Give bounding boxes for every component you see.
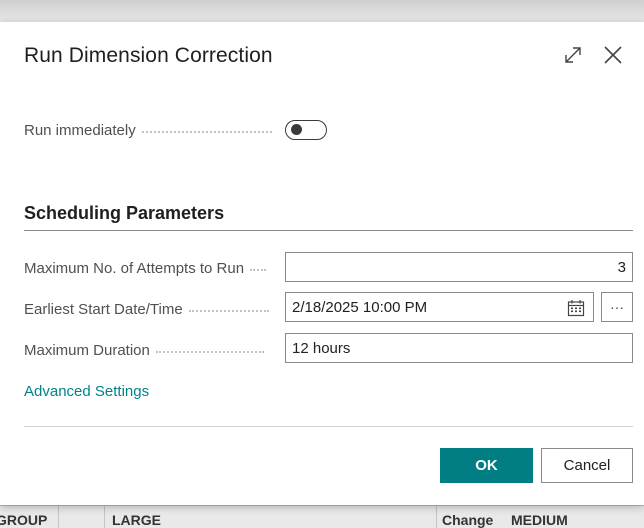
background-page-top [0, 0, 644, 22]
toggle-knob [291, 124, 302, 135]
column-divider [58, 506, 59, 528]
column-divider [436, 506, 437, 528]
earliest-start-label-text: Earliest Start Date/Time [24, 301, 183, 318]
section-divider [24, 230, 633, 231]
label-leader-dots [155, 349, 264, 353]
run-immediately-label: Run immediately [24, 122, 272, 139]
max-duration-input[interactable] [285, 333, 633, 363]
earliest-start-label: Earliest Start Date/Time [24, 301, 269, 318]
background-cell: GROUP [0, 512, 48, 528]
advanced-settings-link[interactable]: Advanced Settings [24, 383, 149, 400]
column-divider [104, 506, 105, 528]
run-immediately-label-text: Run immediately [24, 122, 136, 139]
max-attempts-label-text: Maximum No. of Attempts to Run [24, 260, 245, 277]
background-cell: LARGE [112, 512, 161, 528]
label-leader-dots [188, 308, 269, 312]
ok-button[interactable]: OK [440, 448, 533, 483]
earliest-start-input[interactable] [285, 292, 594, 322]
expand-icon[interactable] [562, 44, 584, 66]
label-leader-dots [141, 129, 272, 133]
run-dimension-correction-dialog: Run Dimension Correction Run immediately… [0, 22, 644, 505]
max-attempts-input[interactable] [285, 252, 633, 282]
footer-divider [24, 426, 633, 427]
calendar-icon[interactable] [567, 299, 585, 317]
label-leader-dots [250, 267, 267, 271]
background-cell: Change [442, 512, 494, 528]
dialog-title: Run Dimension Correction [24, 44, 273, 67]
max-attempts-label: Maximum No. of Attempts to Run [24, 260, 267, 277]
run-immediately-toggle[interactable] [285, 120, 327, 140]
scheduling-section-heading: Scheduling Parameters [24, 203, 225, 223]
cancel-button[interactable]: Cancel [541, 448, 633, 483]
background-cell: MEDIUM [511, 512, 568, 528]
close-icon[interactable] [602, 44, 624, 66]
max-duration-label-text: Maximum Duration [24, 342, 150, 359]
max-duration-label: Maximum Duration [24, 342, 264, 359]
assist-edit-button[interactable]: ··· [601, 292, 633, 322]
background-table-row: GROUP LARGE Change MEDIUM [0, 505, 644, 528]
